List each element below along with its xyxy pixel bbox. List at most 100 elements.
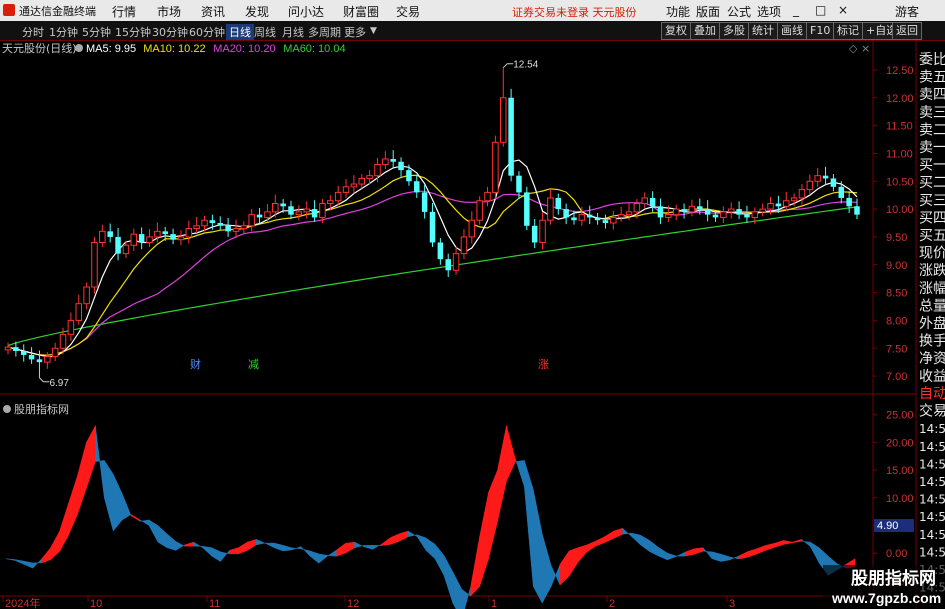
menu-item-quotes[interactable]: 行情	[112, 3, 136, 20]
overlay-button[interactable]: 叠加	[690, 22, 720, 40]
high-price-marker: 12.54	[513, 60, 538, 71]
time-axis-tick: 10	[90, 598, 102, 609]
adjust-button[interactable]: 复权	[661, 22, 691, 40]
minimize-icon[interactable]: _	[793, 3, 799, 17]
multi-stock-button[interactable]: 多股	[719, 22, 749, 40]
more-dropdown-icon[interactable]: ▼	[370, 26, 377, 36]
indicator-area-segment	[264, 542, 275, 549]
trade-panel-label: 14:55	[919, 440, 945, 454]
period-tab-5min[interactable]: 5分钟	[82, 24, 111, 40]
kline-chart[interactable]: 12.5012.0011.5011.0010.5010.009.509.008.…	[0, 40, 945, 609]
indicator-area-segment	[720, 553, 731, 562]
back-button[interactable]: 返回	[892, 22, 922, 40]
menu-item-news[interactable]: 资讯	[201, 3, 225, 20]
maximize-icon[interactable]: □	[815, 3, 826, 17]
menu-item-market[interactable]: 市场	[157, 3, 181, 20]
candle-body	[610, 216, 617, 224]
candle-body	[4, 346, 12, 351]
trade-panel-label: 14:56	[919, 475, 945, 489]
indicator-area-segment	[640, 534, 650, 553]
indicator-area-segment	[765, 542, 775, 551]
period-tab-monthly[interactable]: 月线	[282, 24, 304, 40]
indicator-area-segment	[658, 546, 668, 561]
candle-body	[232, 228, 240, 232]
menu-item-function[interactable]: 功能	[666, 3, 690, 20]
period-tab-intraday[interactable]: 分时	[22, 24, 44, 40]
candle-body	[295, 211, 303, 216]
candle-body	[445, 259, 451, 271]
settings-icon	[75, 44, 83, 52]
indicator-area-segment	[667, 552, 677, 561]
candle-body	[334, 191, 342, 202]
period-tab-multi[interactable]: 多周期	[308, 24, 341, 40]
menu-item-discover[interactable]: 发现	[245, 3, 269, 20]
indicator-name-label: 股朋指标网	[14, 402, 69, 416]
period-tab-1min[interactable]: 1分钟	[49, 24, 78, 40]
candle-body	[602, 220, 609, 223]
indicator-area-segment	[318, 553, 328, 564]
ma10-line	[7, 174, 858, 356]
mark-button[interactable]: 标记	[833, 22, 863, 40]
indicator-settings-icon	[3, 405, 11, 413]
candle-body	[185, 228, 193, 238]
price-axis-tick: 10.00	[886, 204, 914, 216]
quote-panel-label: 涨幅	[919, 281, 945, 297]
indicator-axis-tick: 20.00	[886, 437, 914, 449]
candle-body	[248, 214, 255, 227]
statistics-button[interactable]: 统计	[748, 22, 778, 40]
indicator-area-segment	[23, 560, 34, 569]
indicator-area-segment	[533, 489, 543, 604]
quote-panel-label: 卖四	[919, 87, 945, 103]
indicator-area-segment	[95, 425, 105, 498]
low-price-marker: 6.97	[49, 378, 69, 389]
candle-body	[280, 203, 286, 207]
candle-body	[20, 351, 27, 355]
candle-body	[720, 211, 727, 218]
candle-body	[736, 209, 742, 215]
candle-body	[429, 211, 436, 243]
period-tab-daily[interactable]: 日线	[226, 24, 254, 40]
period-tab-more[interactable]: 更多	[344, 24, 366, 40]
indicator-area-segment	[452, 571, 463, 609]
candle-body	[303, 208, 310, 213]
quote-panel-label: 涨跌	[919, 263, 945, 279]
candle-body	[13, 347, 19, 352]
indicator-area-segment	[425, 537, 436, 560]
candle-body	[830, 178, 837, 187]
menu-item-formula[interactable]: 公式	[727, 3, 751, 20]
time-axis-tick: 2	[609, 598, 615, 609]
menu-item-wealth-circle[interactable]: 财富圈	[343, 3, 379, 20]
indicator-area-segment	[693, 547, 704, 555]
menu-item-options[interactable]: 选项	[757, 3, 781, 20]
candle-body	[524, 192, 530, 226]
candle-body	[36, 359, 43, 363]
period-tab-30min[interactable]: 30分钟	[152, 24, 188, 40]
trade-panel-label: 14:56	[919, 545, 945, 559]
quote-panel-label: 买三	[919, 193, 945, 209]
candle-body	[130, 233, 138, 246]
candle-body	[67, 319, 75, 335]
menu-item-assistant[interactable]: 问小达	[288, 3, 324, 20]
candle-body	[751, 211, 759, 218]
f10-button[interactable]: F10	[806, 22, 835, 40]
close-icon[interactable]: ×	[838, 3, 848, 17]
indicator-area-segment	[684, 548, 695, 557]
candle-body	[697, 206, 703, 210]
period-tab-60min[interactable]: 60分钟	[189, 24, 225, 40]
menu-item-layout[interactable]: 版面	[696, 3, 720, 20]
period-tab-15min[interactable]: 15分钟	[115, 24, 151, 40]
candle-body	[358, 177, 366, 185]
menu-bar: 通达信金融终端 行情 市场 资讯 发现 问小达 财富圈 交易 证券交易未登录 天…	[0, 0, 945, 21]
menu-item-trade[interactable]: 交易	[396, 3, 420, 20]
indicator-area-segment	[345, 541, 355, 554]
period-tab-weekly[interactable]: 周线	[254, 24, 276, 40]
candle-body	[225, 225, 231, 232]
indicator-area-segment	[104, 459, 114, 532]
indicator-area-segment	[434, 543, 445, 576]
event-marker: 财	[190, 357, 201, 371]
candle-body	[264, 211, 271, 218]
draw-line-button[interactable]: 画线	[777, 22, 807, 40]
quote-panel-label: 卖二	[919, 122, 945, 138]
quote-panel-label: 买四	[919, 210, 945, 226]
guest-user-label[interactable]: 游客	[895, 3, 919, 20]
